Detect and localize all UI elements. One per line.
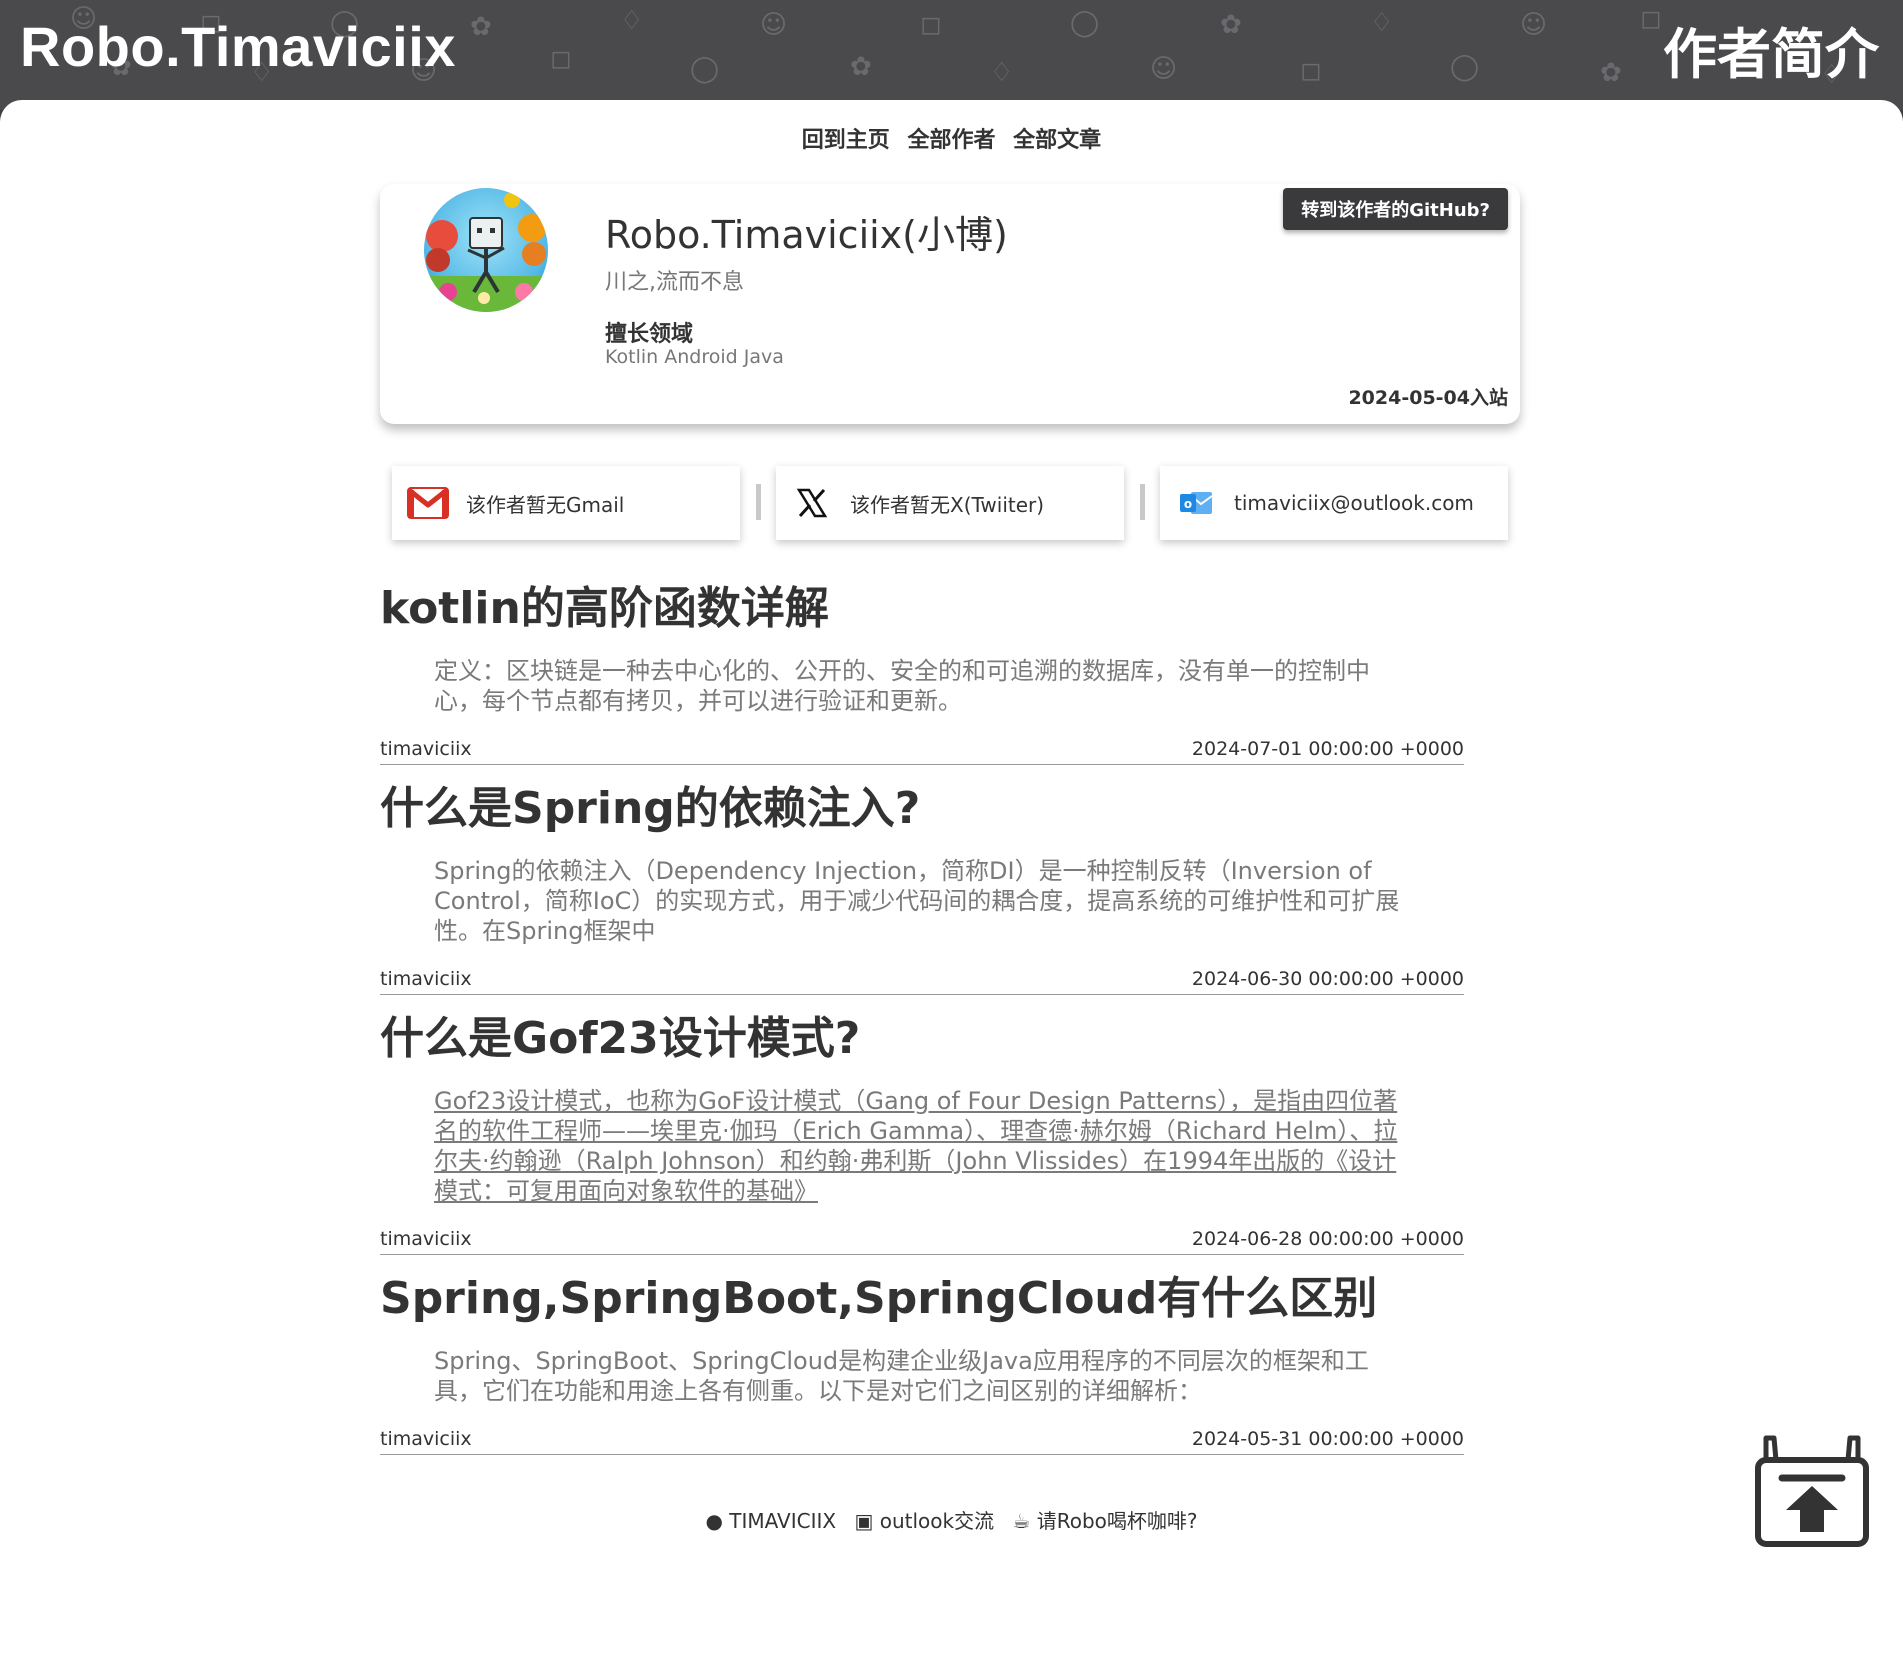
back-to-top-button[interactable]	[1752, 1430, 1872, 1550]
article-meta: timaviciix 2024-07-01 00:00:00 +0000	[380, 738, 1464, 765]
article-meta: timaviciix 2024-06-30 00:00:00 +0000	[380, 968, 1464, 995]
gmail-icon	[406, 481, 450, 525]
contact-divider	[756, 484, 761, 520]
doodle-icon: ☺	[1520, 10, 1548, 40]
github-icon: ●	[705, 1509, 723, 1533]
github-button[interactable]: 转到该作者的GitHub?	[1283, 188, 1508, 230]
article-summary: Spring的依赖注入（Dependency Injection，简称DI）是一…	[434, 857, 1400, 945]
footer-coffee-link[interactable]: ☕ 请Robo喝杯咖啡?	[1012, 1509, 1197, 1533]
article-author[interactable]: timaviciix	[380, 968, 472, 990]
svg-text:o: o	[1184, 497, 1192, 511]
doodle-icon: ◯	[690, 54, 720, 84]
doodle-icon: ☺	[760, 10, 788, 40]
contact-divider	[1140, 484, 1145, 520]
expertise-heading: 擅长领域	[605, 322, 694, 347]
nav-home-link[interactable]: 回到主页	[802, 128, 890, 153]
outlook-icon: o	[1174, 481, 1218, 525]
article-title[interactable]: kotlin的高阶函数详解	[380, 572, 829, 636]
doodle-icon: ☺	[1150, 54, 1178, 84]
author-name: Robo.Timaviciix(小博)	[605, 213, 1008, 257]
contact-outlook-label: timaviciix@outlook.com	[1234, 491, 1474, 515]
doodle-icon: ♢	[990, 58, 1014, 88]
expertise-value: Kotlin Android Java	[605, 346, 784, 368]
doodle-icon: ◻	[1640, 4, 1662, 34]
doodle-icon: ✿	[1600, 58, 1622, 88]
doodle-icon: ◻	[920, 10, 942, 40]
doodle-icon: ◻	[1300, 56, 1322, 86]
article-date: 2024-05-31 00:00:00 +0000	[1191, 1428, 1464, 1450]
site-title[interactable]: Robo.Timaviciix	[20, 14, 456, 79]
footer-outlook-label: outlook交流	[879, 1509, 995, 1533]
article-date: 2024-06-30 00:00:00 +0000	[1191, 968, 1464, 990]
avatar	[424, 188, 548, 312]
main-panel: 回到主页 全部作者 全部文章 Robo.Timaviciix(小博) 川之,流而…	[0, 100, 1903, 1679]
footer-github-link[interactable]: ● TIMAVICIIX	[705, 1509, 842, 1533]
top-nav: 回到主页 全部作者 全部文章	[0, 122, 1903, 154]
join-date: 2024-05-04入站	[1348, 387, 1508, 409]
x-twitter-icon	[790, 481, 834, 525]
contact-gmail-label: 该作者暂无Gmail	[466, 492, 625, 517]
article-title[interactable]: 什么是Spring的依赖注入?	[380, 772, 920, 836]
article-author[interactable]: timaviciix	[380, 1428, 472, 1450]
author-motto: 川之,流而不息	[605, 270, 744, 295]
footer-coffee-label: 请Robo喝杯咖啡?	[1036, 1509, 1198, 1533]
outlook-icon: ▣	[854, 1509, 874, 1533]
contact-x-label: 该作者暂无X(Twiiter)	[850, 492, 1045, 517]
doodle-icon: ◻	[550, 44, 572, 74]
coffee-icon: ☕	[1012, 1509, 1031, 1533]
article-date: 2024-06-28 00:00:00 +0000	[1191, 1228, 1464, 1250]
arrow-up-icon	[1755, 1435, 1869, 1547]
article-title[interactable]: 什么是Gof23设计模式?	[380, 1002, 860, 1066]
article-title[interactable]: Spring,SpringBoot,SpringCloud有什么区别	[380, 1262, 1377, 1326]
article-meta: timaviciix 2024-05-31 00:00:00 +0000	[380, 1428, 1464, 1455]
article-author[interactable]: timaviciix	[380, 1228, 472, 1250]
top-header: ☺ ✿ ◻ ♢ ◯ ☺ ✿ ◻ ♢ ◯ ☺ ✿ ◻ ♢ ◯ ☺ ✿ ◻ ♢ ◯ …	[0, 0, 1903, 110]
article-meta: timaviciix 2024-06-28 00:00:00 +0000	[380, 1228, 1464, 1255]
author-profile-card: Robo.Timaviciix(小博) 川之,流而不息 擅长领域 Kotlin …	[380, 184, 1520, 424]
footer-github-label: TIMAVICIIX	[729, 1509, 837, 1533]
article-summary[interactable]: Gof23设计模式，也称为GoF设计模式（Gang of Four Design…	[434, 1086, 1414, 1206]
doodle-icon: ✿	[1220, 10, 1242, 40]
doodle-icon: ◯	[1070, 8, 1100, 38]
doodle-icon: ◯	[1450, 52, 1480, 82]
article-date: 2024-07-01 00:00:00 +0000	[1191, 738, 1464, 760]
article-summary: Spring、SpringBoot、SpringCloud是构建企业级Java应…	[434, 1347, 1369, 1405]
doodle-icon: ♢	[620, 6, 644, 36]
nav-articles-link[interactable]: 全部文章	[1013, 128, 1101, 153]
doodle-icon: ✿	[470, 12, 492, 42]
nav-authors-link[interactable]: 全部作者	[907, 128, 995, 153]
article-author[interactable]: timaviciix	[380, 738, 472, 760]
article-summary: 定义：区块链是一种去中心化的、公开的、安全的和可追溯的数据库，没有单一的控制中心…	[434, 657, 1370, 715]
page-heading: 作者简介	[1663, 23, 1879, 86]
footer-outlook-link[interactable]: ▣ outlook交流	[854, 1509, 1000, 1533]
doodle-icon: ✿	[850, 52, 872, 82]
contact-gmail[interactable]: 该作者暂无Gmail	[392, 466, 740, 540]
contact-outlook[interactable]: o timaviciix@outlook.com	[1160, 466, 1508, 540]
footer: ● TIMAVICIIX ▣ outlook交流 ☕ 请Robo喝杯咖啡?	[0, 1505, 1903, 1534]
doodle-icon: ♢	[1370, 8, 1394, 38]
contact-x[interactable]: 该作者暂无X(Twiiter)	[776, 466, 1124, 540]
